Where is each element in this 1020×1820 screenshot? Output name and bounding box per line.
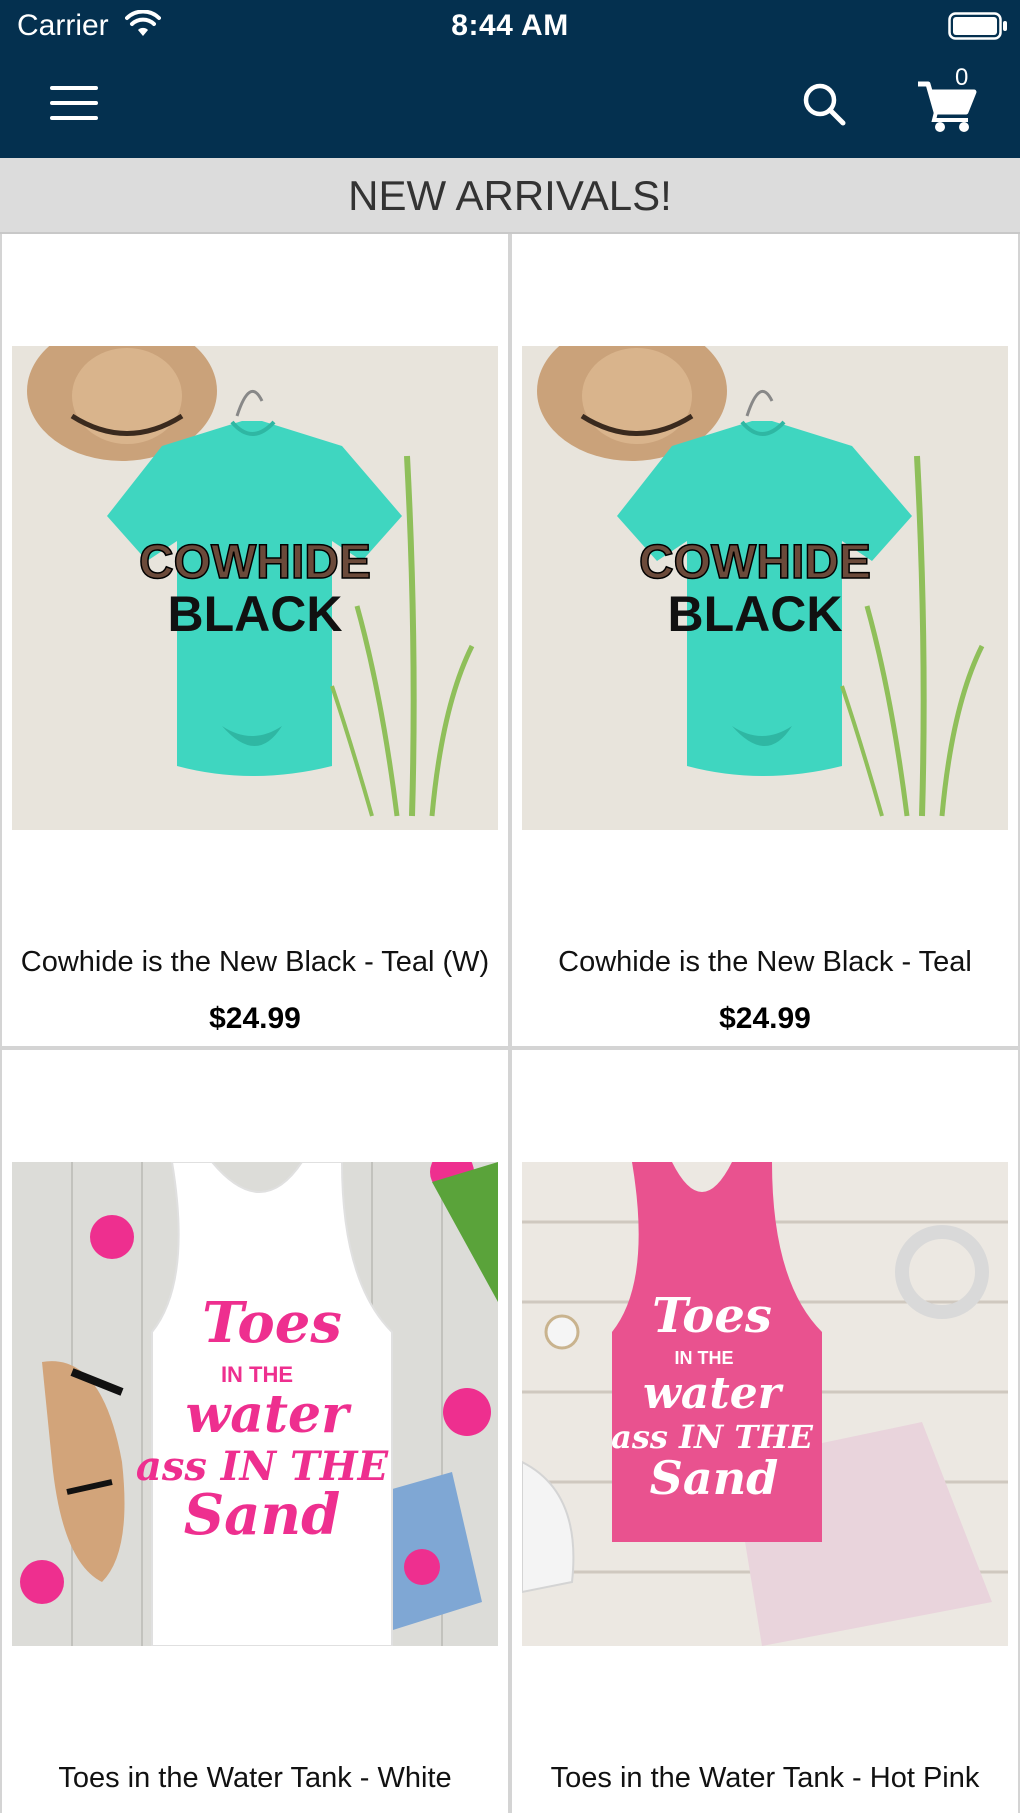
svg-text:COWHIDE: COWHIDE <box>639 536 871 589</box>
product-grid: COWHIDE BLACK Cowhide is the New Black -… <box>0 234 1020 1820</box>
product-card[interactable]: Toes IN THE water ass IN THE Sand Toes i… <box>512 1050 1018 1820</box>
svg-text:IN THE: IN THE <box>674 1348 733 1368</box>
product-card[interactable]: Toes IN THE water ass IN THE Sand Toes i… <box>2 1050 508 1820</box>
svg-text:water: water <box>186 1384 353 1445</box>
svg-text:BLACK: BLACK <box>668 586 843 642</box>
svg-text:Sand: Sand <box>184 1482 341 1548</box>
product-card[interactable]: COWHIDE BLACK Cowhide is the New Black -… <box>512 234 1018 1046</box>
svg-text:Toes: Toes <box>202 1290 342 1356</box>
product-price: $24.99 <box>719 1002 811 1035</box>
cart-icon[interactable] <box>916 76 980 134</box>
product-name[interactable]: Cowhide is the New Black - Teal <box>512 946 1018 979</box>
search-icon[interactable] <box>800 80 848 128</box>
navigation-bar: 0 <box>0 50 1020 158</box>
clock-time: 8:44 AM <box>451 9 569 42</box>
cart-badge: 0 <box>955 64 969 91</box>
svg-text:Toes: Toes <box>652 1288 772 1344</box>
product-image[interactable]: Toes IN THE water ass IN THE Sand <box>522 1162 1008 1646</box>
product-card[interactable]: COWHIDE BLACK Cowhide is the New Black -… <box>2 234 508 1046</box>
svg-text:BLACK: BLACK <box>168 586 343 642</box>
hamburger-menu-icon[interactable] <box>48 83 102 123</box>
svg-text:COWHIDE: COWHIDE <box>139 536 371 589</box>
product-image[interactable]: COWHIDE BLACK <box>522 346 1008 830</box>
section-title: NEW ARRIVALS! <box>0 158 1020 234</box>
product-name[interactable]: Toes in the Water Tank - Hot Pink <box>512 1762 1018 1795</box>
product-name[interactable]: Toes in the Water Tank - White <box>2 1762 508 1795</box>
product-image[interactable]: COWHIDE BLACK <box>12 346 498 830</box>
battery-icon <box>948 12 1008 45</box>
product-price: $24.99 <box>209 1002 301 1035</box>
svg-text:water: water <box>643 1368 784 1419</box>
status-bar: Carrier 8:44 AM <box>0 0 1020 50</box>
product-image[interactable]: Toes IN THE water ass IN THE Sand <box>12 1162 498 1646</box>
product-name[interactable]: Cowhide is the New Black - Teal (W) <box>2 946 508 979</box>
svg-text:Sand: Sand <box>650 1451 779 1505</box>
